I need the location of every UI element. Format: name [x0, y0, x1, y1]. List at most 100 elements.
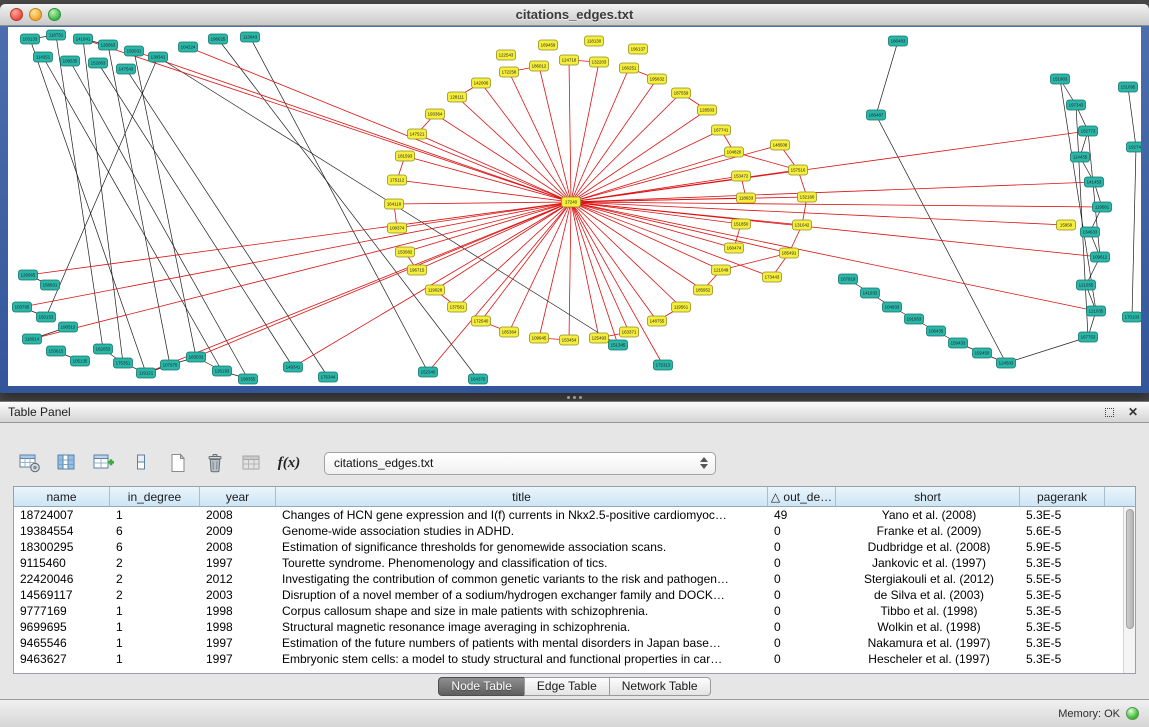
tab-network-table[interactable]: Network Table — [609, 677, 711, 696]
network-node[interactable]: 107975 — [161, 360, 180, 370]
column-header-4[interactable]: △ out_de… — [768, 487, 836, 507]
network-node[interactable]: 125493 — [590, 333, 609, 343]
network-node[interactable]: 150031 — [125, 46, 144, 56]
network-node[interactable]: 193364 — [426, 109, 445, 119]
show-columns-icon[interactable] — [55, 451, 79, 475]
network-node[interactable]: 119121 — [137, 368, 156, 378]
network-node[interactable]: 126063 — [99, 40, 118, 50]
column-header-2[interactable]: year — [200, 487, 276, 507]
network-node[interactable]: 118014 — [23, 334, 42, 344]
network-node[interactable]: 121049 — [712, 265, 731, 275]
network-node[interactable]: 186487 — [867, 110, 886, 120]
network-node[interactable]: 185491 — [780, 248, 799, 258]
network-node[interactable]: 182773 — [1079, 126, 1098, 136]
network-node[interactable]: 196625 — [209, 34, 228, 44]
table-row[interactable]: 946554611997Estimation of the future num… — [14, 635, 1123, 651]
network-node[interactable]: 152340 — [419, 367, 438, 377]
network-node[interactable]: 119028 — [426, 285, 445, 295]
network-node[interactable]: 164118 — [385, 199, 404, 209]
table-selector-dropdown[interactable]: citations_edges.txt — [324, 452, 716, 475]
network-node[interactable]: 162053 — [94, 344, 113, 354]
network-node[interactable]: 137561 — [448, 302, 467, 312]
network-graph[interactable]: 1724011863315347210482016774112850318755… — [8, 27, 1141, 386]
network-node[interactable]: 109535 — [61, 56, 80, 66]
network-node[interactable]: 151903 — [1051, 74, 1070, 84]
table-row[interactable]: 1938455462009Genome-wide association stu… — [14, 523, 1123, 539]
column-header-0[interactable]: name — [14, 487, 110, 507]
network-node[interactable]: 187559 — [672, 88, 691, 98]
network-node[interactable]: 118731 — [47, 30, 66, 40]
network-node[interactable]: 169459 — [539, 40, 558, 50]
table-row[interactable]: 1872400712008Changes of HCN gene express… — [14, 507, 1123, 523]
delete-table-icon[interactable] — [203, 451, 227, 475]
new-column-icon[interactable] — [92, 451, 116, 475]
table-scrollbar[interactable] — [1123, 507, 1135, 673]
network-node[interactable]: 192450 — [973, 348, 992, 358]
column-header-3[interactable]: title — [276, 487, 768, 507]
network-node[interactable]: 172540 — [472, 316, 491, 326]
network-node[interactable]: 149341 — [284, 362, 303, 372]
network-node[interactable]: 190513 — [59, 322, 78, 332]
network-node[interactable]: 132160 — [798, 192, 817, 202]
network-node[interactable]: 175112 — [388, 175, 407, 185]
network-node[interactable]: 141453 — [1085, 177, 1104, 187]
column-header-6[interactable]: pagerank — [1020, 487, 1105, 507]
network-node[interactable]: 103133 — [21, 34, 40, 44]
network-node[interactable]: 175313 — [654, 360, 673, 370]
network-node[interactable]: 104820 — [725, 147, 744, 157]
network-node[interactable]: 104933 — [883, 302, 902, 312]
minimize-button[interactable] — [29, 8, 42, 21]
zoom-button[interactable] — [48, 8, 61, 21]
network-node[interactable]: 128503 — [698, 105, 717, 115]
network-node[interactable]: 197343 — [1067, 100, 1086, 110]
import-table-icon[interactable] — [240, 451, 264, 475]
network-node[interactable]: 185364 — [500, 327, 519, 337]
network-node[interactable]: 126193 — [213, 366, 232, 376]
network-node[interactable]: 181593 — [396, 151, 415, 161]
network-node[interactable]: 176344 — [319, 372, 338, 382]
network-node[interactable]: 152063 — [89, 58, 108, 68]
network-canvas[interactable]: 1724011863315347210482016774112850318755… — [8, 27, 1141, 386]
network-node[interactable]: 163371 — [620, 327, 639, 337]
tab-node-table[interactable]: Node Table — [438, 677, 525, 696]
network-node[interactable]: 151345 — [609, 340, 628, 350]
float-panel-icon[interactable] — [1101, 405, 1117, 419]
network-node[interactable]: 167753 — [1079, 332, 1098, 342]
network-node[interactable]: 191953 — [905, 314, 924, 324]
close-panel-icon[interactable]: ✕ — [1125, 405, 1141, 419]
tab-edge-table[interactable]: Edge Table — [524, 677, 610, 696]
table-row[interactable]: 2242004622012Investigating the contribut… — [14, 571, 1123, 587]
network-node[interactable]: 153615 — [47, 346, 66, 356]
network-node[interactable]: 158931 — [41, 280, 60, 290]
row-icon[interactable] — [129, 451, 153, 475]
network-node[interactable]: 126065 — [19, 270, 38, 280]
network-node[interactable]: 138341 — [149, 52, 168, 62]
network-node[interactable]: 109612 — [1091, 252, 1110, 262]
network-node[interactable]: 183033 — [187, 352, 206, 362]
network-node[interactable]: 151095 — [1119, 82, 1138, 92]
network-node[interactable]: 164370 — [469, 374, 488, 384]
network-node[interactable]: 114435 — [1071, 152, 1090, 162]
network-node[interactable]: 105135 — [71, 356, 90, 366]
network-node[interactable]: 153082 — [396, 247, 415, 257]
memory-status-icon[interactable] — [1126, 707, 1139, 720]
network-node[interactable]: 166251 — [620, 63, 639, 73]
network-node[interactable]: 114251 — [34, 52, 53, 62]
network-node[interactable]: 141933 — [861, 288, 880, 298]
network-node[interactable]: 196137 — [629, 44, 648, 54]
network-node[interactable]: 147543 — [117, 64, 136, 74]
network-node[interactable]: 167919 — [839, 274, 858, 284]
close-button[interactable] — [10, 8, 23, 21]
network-node[interactable]: 148508 — [771, 140, 790, 150]
network-node[interactable]: 124503 — [997, 358, 1016, 368]
network-node[interactable]: 113043 — [241, 32, 260, 42]
network-node[interactable]: 148755 — [648, 316, 667, 326]
network-node[interactable]: 103795 — [13, 302, 32, 312]
network-node[interactable]: 172258 — [500, 67, 519, 77]
network-node[interactable]: 160474 — [725, 243, 744, 253]
network-node[interactable]: 17240 — [562, 197, 581, 207]
table-row[interactable]: 977716911998Corpus callosum shape and si… — [14, 603, 1123, 619]
panel-splitter[interactable] — [560, 394, 588, 400]
network-node[interactable]: 196715 — [408, 265, 427, 275]
network-node[interactable]: 109945 — [530, 333, 549, 343]
